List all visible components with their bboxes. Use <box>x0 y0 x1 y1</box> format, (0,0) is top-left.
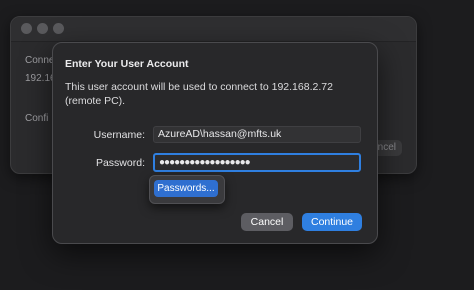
passwords-autofill-button[interactable]: Passwords... <box>154 180 218 197</box>
background-ip-text: 192.16 <box>25 73 56 84</box>
user-account-dialog: Enter Your User Account This user accoun… <box>52 42 378 244</box>
password-label: Password: <box>95 157 145 169</box>
continue-button[interactable]: Continue <box>302 213 362 231</box>
password-field[interactable]: ●●●●●●●●●●●●●●●●●● <box>153 153 361 172</box>
background-config-text: Confi <box>25 113 49 124</box>
passwords-autofill-popup: Passwords... <box>149 175 225 204</box>
username-field[interactable]: AzureAD\hassan@mfts.uk <box>153 126 361 143</box>
close-window-dot-icon[interactable] <box>21 23 32 34</box>
minimize-window-dot-icon[interactable] <box>37 23 48 34</box>
background-window-titlebar <box>11 17 416 42</box>
dialog-title: Enter Your User Account <box>65 58 189 70</box>
zoom-window-dot-icon[interactable] <box>53 23 64 34</box>
dialog-description: This user account will be used to connec… <box>65 81 333 107</box>
cancel-button[interactable]: Cancel <box>241 213 293 231</box>
username-label: Username: <box>93 129 145 141</box>
